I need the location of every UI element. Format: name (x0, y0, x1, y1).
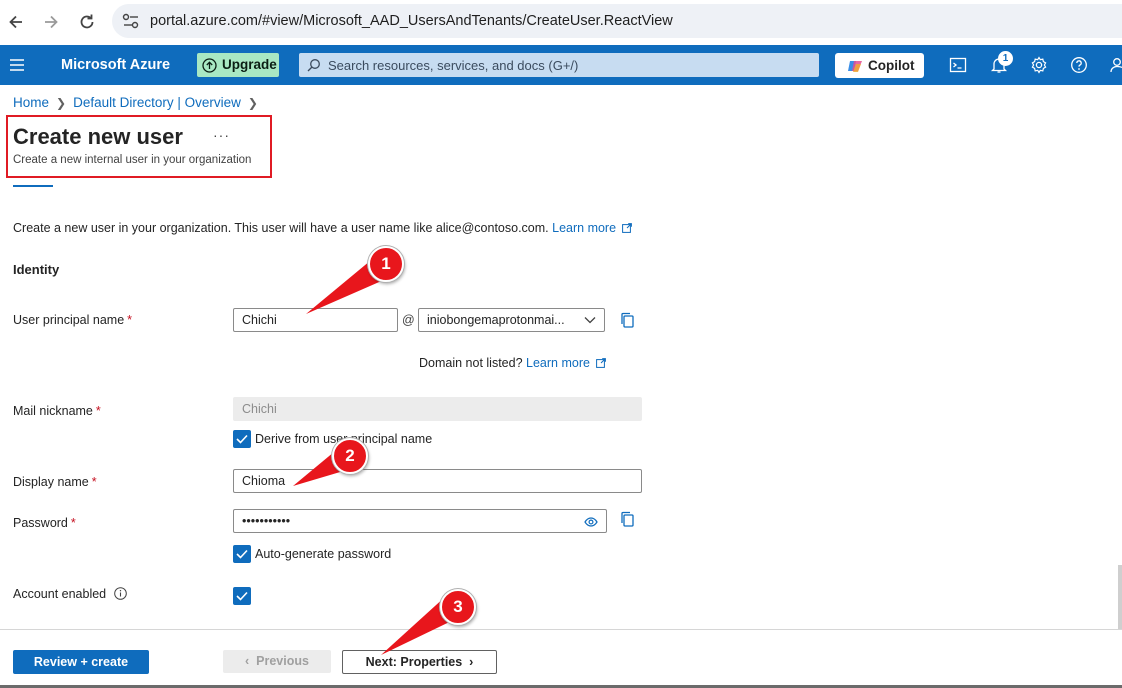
help-icon[interactable] (1070, 56, 1088, 74)
upn-label-text: User principal name (13, 313, 125, 327)
breadcrumb-home[interactable]: Home (13, 95, 49, 110)
menu-icon[interactable] (9, 58, 25, 72)
site-settings-icon[interactable] (122, 13, 140, 29)
breadcrumb-chevron-icon: ❯ (247, 96, 258, 110)
breadcrumb-chevron-icon: ❯ (56, 96, 67, 110)
intro-description: Create a new user in your organization. … (13, 221, 549, 235)
cloud-shell-icon[interactable] (949, 56, 967, 74)
display-name-label-text: Display name (13, 475, 89, 489)
next-label: Next: Properties (365, 655, 463, 669)
info-icon[interactable] (114, 587, 127, 600)
intro-learn-more-link[interactable]: Learn more (552, 221, 616, 235)
notification-badge: 1 (998, 51, 1013, 66)
autogen-checkbox-label[interactable]: Auto-generate password (255, 547, 391, 561)
more-options-icon[interactable]: ··· (213, 127, 230, 143)
previous-label: Previous (256, 654, 309, 668)
domain-value: iniobongemaprotonmai... (427, 313, 565, 327)
copilot-label: Copilot (868, 58, 915, 73)
back-icon[interactable] (6, 12, 26, 32)
annotation-marker-2: 2 (332, 438, 368, 474)
password-label: Password * (13, 516, 76, 530)
domain-note: Domain not listed? Learn more (419, 356, 606, 370)
show-password-eye-icon[interactable] (584, 517, 598, 527)
required-mark: * (91, 475, 97, 489)
forward-icon[interactable] (41, 12, 61, 32)
required-mark: * (95, 404, 101, 418)
display-name-input[interactable]: Chioma (233, 469, 642, 493)
search-icon (307, 58, 321, 72)
chevron-left-icon: ‹ (245, 654, 257, 668)
scrollbar-thumb[interactable] (1118, 565, 1122, 629)
page-title: Create new user (13, 124, 183, 149)
domain-dropdown[interactable]: iniobongemaprotonmai... (418, 308, 605, 332)
footer-divider (0, 629, 1122, 630)
account-enabled-label-text: Account enabled (13, 587, 107, 601)
upgrade-label: Upgrade (222, 57, 277, 72)
chevron-down-icon (584, 316, 596, 324)
required-mark: * (70, 516, 76, 530)
annotation-marker-1: 1 (368, 246, 404, 282)
identity-section-title: Identity (13, 262, 60, 277)
copilot-icon (847, 58, 863, 74)
feedback-person-icon[interactable] (1109, 56, 1122, 74)
copilot-button[interactable]: Copilot (835, 53, 924, 78)
display-name-label: Display name * (13, 475, 97, 489)
mail-nickname-label: Mail nickname * (13, 404, 101, 418)
intro-text: Create a new user in your organization. … (13, 221, 632, 235)
external-link-icon (622, 223, 632, 233)
url-text[interactable]: portal.azure.com/#view/Microsoft_AAD_Use… (150, 13, 673, 29)
search-placeholder: Search resources, services, and docs (G+… (328, 58, 579, 73)
mail-nickname-label-text: Mail nickname (13, 404, 93, 418)
brand-title[interactable]: Microsoft Azure (61, 57, 170, 73)
breadcrumb: Home ❯ Default Directory | Overview ❯ (13, 95, 265, 110)
next-properties-button[interactable]: Next: Properties › (342, 650, 497, 674)
upn-label: User principal name * (13, 313, 132, 327)
breadcrumb-directory-overview[interactable]: Default Directory | Overview (73, 95, 241, 110)
reload-icon[interactable] (77, 12, 97, 32)
copy-upn-icon[interactable] (619, 312, 635, 329)
browser-toolbar: portal.azure.com/#view/Microsoft_AAD_Use… (0, 0, 1122, 44)
required-mark: * (127, 313, 133, 327)
address-bar[interactable]: portal.azure.com/#view/Microsoft_AAD_Use… (112, 4, 1122, 38)
account-enabled-checkbox[interactable] (233, 587, 251, 605)
external-link-icon (596, 358, 606, 368)
account-enabled-label: Account enabled (13, 587, 127, 601)
at-sign: @ (402, 313, 415, 327)
upn-input[interactable]: Chichi (233, 308, 398, 332)
chevron-right-icon: › (462, 655, 474, 669)
review-create-button[interactable]: Review + create (13, 650, 149, 674)
copy-password-icon[interactable] (619, 511, 635, 528)
autogen-checkbox[interactable] (233, 545, 251, 563)
previous-button[interactable]: ‹ Previous (223, 650, 331, 673)
password-input[interactable]: ••••••••••• (233, 509, 607, 533)
page-subtitle: Create a new internal user in your organ… (13, 154, 252, 166)
global-search-input[interactable]: Search resources, services, and docs (G+… (299, 53, 819, 77)
upgrade-button[interactable]: Upgrade (197, 53, 279, 77)
domain-note-text: Domain not listed? (419, 356, 523, 370)
domain-learn-more-link[interactable]: Learn more (526, 356, 590, 370)
derive-checkbox[interactable] (233, 430, 251, 448)
arrow-up-circle-icon (202, 58, 217, 73)
annotation-marker-3: 3 (440, 589, 476, 625)
settings-gear-icon[interactable] (1030, 56, 1048, 74)
mail-nickname-input: Chichi (233, 397, 642, 421)
tab-indicator (13, 185, 53, 187)
password-value: ••••••••••• (242, 514, 291, 528)
password-label-text: Password (13, 516, 68, 530)
azure-topbar: Microsoft Azure Upgrade Search resources… (0, 45, 1122, 85)
